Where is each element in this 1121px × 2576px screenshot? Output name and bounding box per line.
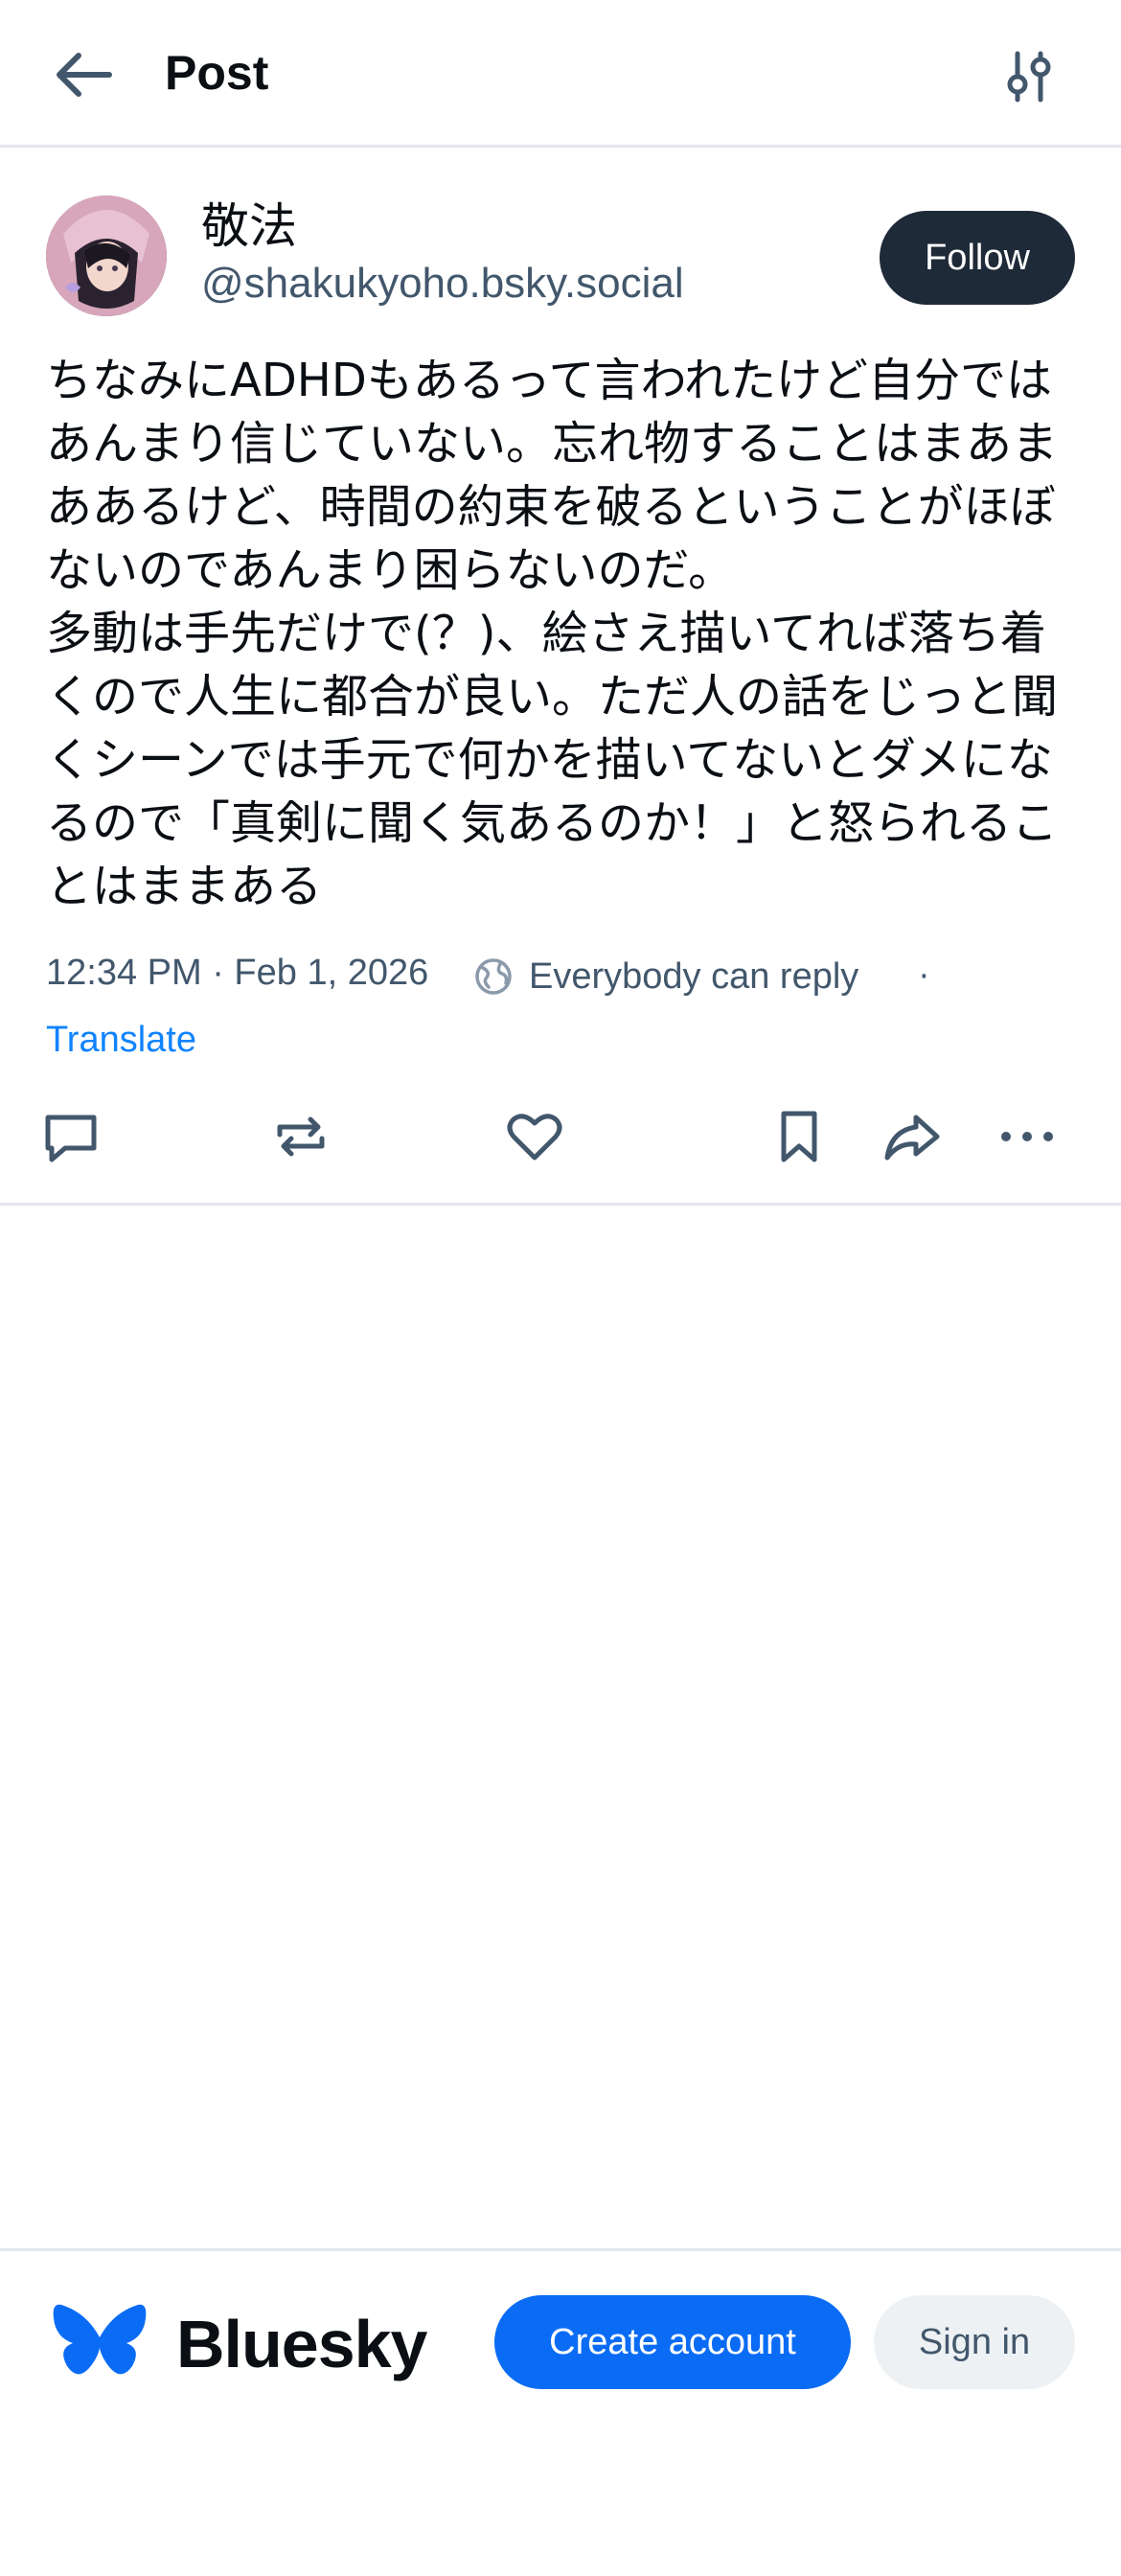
post: 敬法 @shakukyoho.bsky.social Follow ちなみにAD… <box>0 148 1121 1206</box>
back-button[interactable] <box>50 42 119 107</box>
translate-link[interactable]: Translate <box>46 1016 196 1064</box>
share-icon[interactable] <box>881 1106 943 1167</box>
like-icon[interactable] <box>504 1106 565 1167</box>
post-timestamp: 12:34 PM · Feb 1, 2026 <box>46 953 429 993</box>
sign-in-button[interactable]: Sign in <box>874 2295 1075 2389</box>
globe-icon <box>475 958 512 995</box>
reply-icon[interactable] <box>40 1106 102 1167</box>
avatar-image <box>46 196 167 316</box>
author-display-name[interactable]: 敬法 <box>201 197 297 255</box>
signup-footer: Bluesky Create account Sign in <box>0 2248 1121 2576</box>
avatar[interactable] <box>46 196 167 316</box>
reply-setting[interactable]: Everybody can reply <box>529 953 858 1000</box>
repost-icon[interactable] <box>270 1106 332 1167</box>
post-text: ちなみにADHDもあるって言われたけど自分ではあんまり信じていない。忘れ物するこ… <box>46 354 1059 913</box>
bluesky-butterfly-icon <box>53 2304 147 2375</box>
author-handle[interactable]: @shakukyoho.bsky.social <box>201 259 684 309</box>
thread-settings-button[interactable] <box>996 44 1062 109</box>
bookmark-icon[interactable] <box>768 1106 830 1167</box>
more-icon[interactable] <box>996 1106 1058 1167</box>
create-account-button[interactable]: Create account <box>494 2295 851 2389</box>
page-title: Post <box>165 46 269 100</box>
meta-separator: · <box>918 954 930 995</box>
follow-button[interactable]: Follow <box>880 211 1075 305</box>
sliders-icon <box>1007 51 1051 103</box>
bluesky-wordmark: Bluesky <box>176 2307 427 2381</box>
top-bar: Post <box>0 0 1121 148</box>
arrow-left-icon <box>57 53 112 97</box>
